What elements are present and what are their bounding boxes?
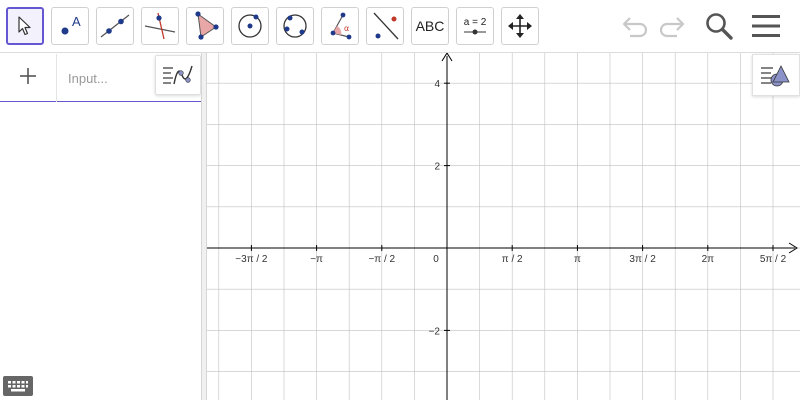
redo-button[interactable] <box>654 8 690 44</box>
perpendicular-line-icon <box>144 12 176 40</box>
graphics-view[interactable]: −3π / 2 −π −π / 2 0 π / 2 π 3π / 2 2π 5π / 2 4 2 −… <box>207 53 800 400</box>
algebra-input-field[interactable] <box>68 69 148 87</box>
circle-three-points-icon <box>283 14 307 38</box>
point-icon: A <box>61 14 81 35</box>
line-tool-button[interactable] <box>96 7 134 45</box>
x-tick-label: π <box>574 254 581 265</box>
x-tick-label: 2π <box>702 254 715 265</box>
slider-icon: a = 2 <box>463 16 487 28</box>
keyboard-button[interactable] <box>3 376 33 396</box>
search-icon <box>706 13 733 40</box>
reflect-about-line-icon <box>373 12 399 40</box>
x-tick-label: 0 <box>433 254 439 265</box>
x-tick-label: −3π / 2 <box>235 254 268 265</box>
plus-icon <box>20 68 36 84</box>
x-tick-label: −π / 2 <box>368 254 395 265</box>
menu-button[interactable] <box>748 8 784 44</box>
svg-text:A: A <box>72 14 81 29</box>
menu-icon <box>752 15 780 37</box>
grid-lines <box>207 53 800 400</box>
input-separator <box>56 54 57 102</box>
reflect-tool-button[interactable] <box>366 7 404 45</box>
point-tool-button[interactable]: A <box>51 7 89 45</box>
move-graphics-view-tool-button[interactable] <box>501 7 539 45</box>
graph-style-icon <box>163 65 193 85</box>
x-tick-label: 3π / 2 <box>629 254 656 265</box>
y-tick-label: 4 <box>434 79 440 90</box>
add-item-button[interactable] <box>12 60 44 92</box>
text-tool-button[interactable]: ABC <box>411 7 449 45</box>
circle-tool-button[interactable] <box>231 7 269 45</box>
redo-icon <box>659 17 685 38</box>
move-arrows-icon <box>508 14 532 38</box>
svg-text:α: α <box>344 24 349 33</box>
perpendicular-line-tool-button[interactable] <box>141 7 179 45</box>
x-tick-label: π / 2 <box>502 254 523 265</box>
y-tick-label: −2 <box>429 326 441 337</box>
graphics-style-icon <box>761 65 790 87</box>
polygon-tool-button[interactable] <box>186 7 224 45</box>
circle-three-points-tool-button[interactable] <box>276 7 314 45</box>
slider-tool-button[interactable]: a = 2 <box>456 7 494 45</box>
slider-track-icon <box>464 29 486 34</box>
coordinate-grid: −3π / 2 −π −π / 2 0 π / 2 π 3π / 2 2π 5π / 2 4 2 −… <box>207 53 800 400</box>
x-tick-label: −π <box>310 254 323 265</box>
circle-center-point-icon <box>238 14 262 38</box>
keyboard-icon <box>8 381 28 392</box>
move-tool-button[interactable] <box>6 7 44 45</box>
algebra-view <box>0 53 201 400</box>
x-tick-label: 5π / 2 <box>760 254 787 265</box>
undo-button[interactable] <box>617 8 653 44</box>
polygon-icon <box>195 11 219 40</box>
toolbar: A α ABC a = 2 <box>0 0 800 53</box>
arrow-pointer-icon <box>18 16 31 36</box>
line-through-points-icon <box>100 14 130 38</box>
axes <box>207 53 798 400</box>
angle-tool-button[interactable]: α <box>321 7 359 45</box>
graphics-style-bar-button[interactable] <box>752 54 800 96</box>
angle-icon: α <box>330 12 352 40</box>
x-tick-labels: −3π / 2 −π −π / 2 0 π / 2 π 3π / 2 2π 5π / 2 <box>235 254 786 265</box>
algebra-style-bar-button[interactable] <box>155 55 201 95</box>
undo-icon <box>622 17 648 38</box>
text-icon: ABC <box>415 18 445 34</box>
y-tick-labels: 4 2 −2 <box>429 79 441 337</box>
y-tick-label: 2 <box>434 162 440 173</box>
search-button[interactable] <box>701 8 737 44</box>
